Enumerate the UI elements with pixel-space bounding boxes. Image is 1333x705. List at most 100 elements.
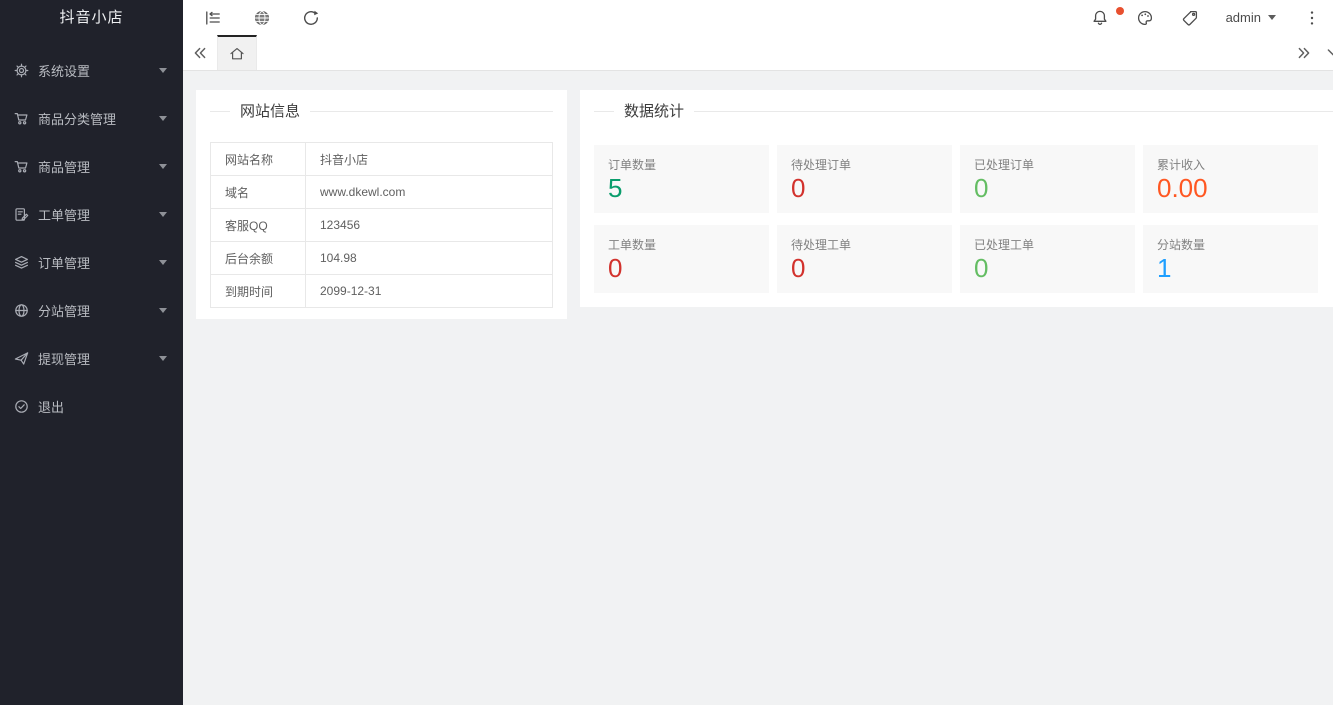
bell-icon[interactable]	[1091, 6, 1124, 27]
stat-value: 0	[974, 173, 989, 203]
row-value: 抖音小店	[305, 142, 553, 176]
table-row: 到期时间 2099-12-31	[210, 274, 553, 308]
stat-card-order-count: 订单数量 5	[594, 145, 769, 213]
row-label: 域名	[210, 175, 306, 209]
sidebar-item-site-management[interactable]: 分站管理	[0, 286, 183, 334]
stats-divider: 数据统计	[594, 103, 1333, 121]
sidebar-item-system-settings[interactable]: 系统设置	[0, 46, 183, 94]
stat-value: 0.00	[1157, 173, 1208, 203]
row-value: 123456	[305, 208, 553, 242]
row-label: 到期时间	[210, 274, 306, 308]
chevron-down-icon	[159, 67, 167, 73]
cart-icon	[14, 159, 29, 174]
stat-label: 待处理工单	[791, 238, 852, 252]
stat-label: 工单数量	[608, 238, 657, 252]
app-title: 抖音小店	[59, 9, 124, 26]
chevron-down-icon	[1268, 15, 1276, 20]
stat-value: 0	[791, 173, 806, 203]
stat-value: 0	[974, 253, 989, 283]
stat-value: 5	[608, 173, 623, 203]
chevrons-right-icon[interactable]	[1287, 35, 1321, 70]
table-row: 客服QQ 123456	[210, 208, 553, 242]
sidebar-item-label: 系统设置	[38, 63, 91, 79]
stat-label: 已处理工单	[974, 238, 1035, 252]
topbar: admin	[183, 0, 1333, 35]
chevron-down-icon	[159, 163, 167, 169]
user-menu[interactable]: admin	[1226, 10, 1276, 25]
chevron-down-icon	[159, 259, 167, 265]
row-value: 104.98	[305, 241, 553, 275]
stats-panel: 数据统计 订单数量 5 待处理订单 0 已处理订单 0 累计收入 0.00 工单…	[580, 90, 1333, 307]
more-vert-icon[interactable]	[1303, 9, 1321, 27]
check-circle-icon	[14, 399, 29, 414]
stat-card-processed-orders: 已处理订单 0	[960, 145, 1135, 213]
stat-value: 0	[608, 253, 623, 283]
content: 网站信息 网站名称 抖音小店 域名 www.dkewl.com 客服QQ 123…	[183, 71, 1333, 705]
home-icon	[230, 47, 244, 59]
sidebar-item-workorder-management[interactable]: 工单管理	[0, 190, 183, 238]
row-label: 后台余额	[210, 241, 306, 275]
row-value: www.dkewl.com	[305, 175, 553, 209]
chevron-down-icon[interactable]	[1321, 35, 1333, 70]
app-layout: 抖音小店 系统设置 商品分类管理 商品管理 工单管理 订单管理 分站管理 提现管…	[0, 0, 1333, 705]
sidebar-menu: 系统设置 商品分类管理 商品管理 工单管理 订单管理 分站管理 提现管理 退出	[0, 33, 183, 430]
stat-label: 待处理订单	[791, 158, 852, 172]
stat-cards: 订单数量 5 待处理订单 0 已处理订单 0 累计收入 0.00 工单数量 0 …	[594, 145, 1333, 293]
refresh-icon[interactable]	[302, 9, 320, 27]
sidebar: 抖音小店 系统设置 商品分类管理 商品管理 工单管理 订单管理 分站管理 提现管…	[0, 0, 183, 705]
send-icon	[14, 351, 29, 366]
stat-value: 1	[1157, 253, 1172, 283]
sidebar-item-order-management[interactable]: 订单管理	[0, 238, 183, 286]
gear-icon	[14, 63, 29, 78]
tab-home[interactable]	[217, 35, 257, 70]
palette-icon[interactable]	[1136, 9, 1154, 27]
chevron-down-icon	[159, 307, 167, 313]
main-area: admin 网站信息 网站名称 抖音小店 域名 www.dkewl.com 客服…	[183, 0, 1333, 705]
tag-icon[interactable]	[1181, 9, 1199, 27]
sidebar-item-label: 工单管理	[38, 207, 91, 223]
sidebar-item-product-category[interactable]: 商品分类管理	[0, 94, 183, 142]
row-label: 客服QQ	[210, 208, 306, 242]
workorder-icon	[14, 207, 29, 222]
globe-icon	[14, 303, 29, 318]
stat-label: 分站数量	[1157, 238, 1206, 252]
topbar-right-icons: admin	[1091, 6, 1321, 27]
stat-card-total-income: 累计收入 0.00	[1143, 145, 1318, 213]
chevrons-left-icon[interactable]	[183, 35, 217, 70]
stat-card-pending-orders: 待处理订单 0	[777, 145, 952, 213]
table-row: 域名 www.dkewl.com	[210, 175, 553, 209]
chevron-down-icon	[159, 355, 167, 361]
username-label: admin	[1225, 10, 1261, 25]
sidebar-item-product-management[interactable]: 商品管理	[0, 142, 183, 190]
site-info-panel: 网站信息 网站名称 抖音小店 域名 www.dkewl.com 客服QQ 123…	[196, 90, 567, 319]
site-info-title: 网站信息	[230, 103, 311, 121]
chevron-down-icon	[159, 211, 167, 217]
sidebar-item-label: 商品管理	[38, 159, 91, 175]
row-value: 2099-12-31	[305, 274, 553, 308]
table-row: 后台余额 104.98	[210, 241, 553, 275]
stat-card-pending-workorders: 待处理工单 0	[777, 225, 952, 293]
stat-card-processed-workorders: 已处理工单 0	[960, 225, 1135, 293]
outdent-icon[interactable]	[204, 9, 222, 27]
sidebar-item-withdraw-management[interactable]: 提现管理	[0, 334, 183, 382]
sidebar-item-label: 商品分类管理	[38, 111, 117, 127]
stat-value: 0	[791, 253, 806, 283]
stat-card-subsite-count: 分站数量 1	[1143, 225, 1318, 293]
sidebar-item-label: 订单管理	[38, 255, 91, 271]
sidebar-item-label: 提现管理	[38, 351, 91, 367]
tabbar-right-controls	[1287, 35, 1333, 70]
notification-dot	[1115, 6, 1124, 15]
sidebar-item-label: 分站管理	[38, 303, 91, 319]
stat-card-workorder-count: 工单数量 0	[594, 225, 769, 293]
chevron-down-icon	[159, 115, 167, 121]
cart-icon	[14, 111, 29, 126]
sidebar-item-logout[interactable]: 退出	[0, 382, 183, 430]
layers-icon	[14, 255, 29, 270]
site-info-table: 网站名称 抖音小店 域名 www.dkewl.com 客服QQ 123456 后…	[210, 142, 553, 308]
stats-title: 数据统计	[614, 103, 695, 121]
globe-icon[interactable]	[253, 9, 271, 27]
topbar-left-icons	[204, 9, 320, 27]
table-row: 网站名称 抖音小店	[210, 142, 553, 176]
stat-label: 累计收入	[1157, 158, 1206, 172]
stat-label: 订单数量	[608, 158, 657, 172]
